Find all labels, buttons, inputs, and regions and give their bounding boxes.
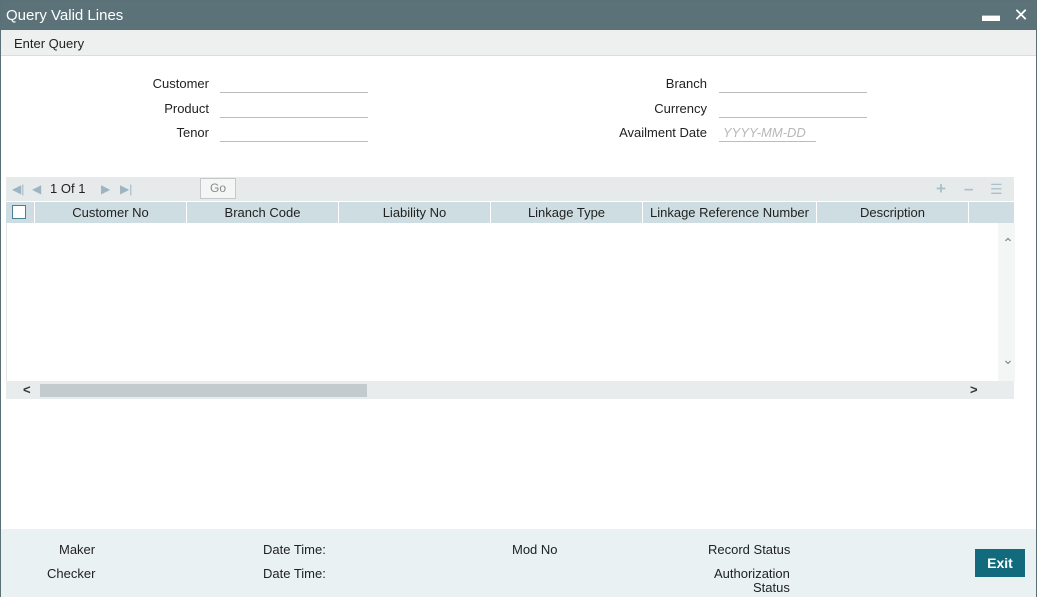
grid-toolbar: ◀| ◀ 1 Of 1 ▶ ▶| Go + – ☰	[6, 177, 1014, 201]
scroll-up-icon[interactable]: ⌃	[1001, 235, 1015, 251]
column-header-linkage-type[interactable]: Linkage Type	[491, 202, 643, 223]
enter-query-menu-item[interactable]: Enter Query	[14, 36, 84, 51]
title-bar[interactable]: Query Valid Lines ▬ ✕	[1, 1, 1036, 30]
column-header-branch-code[interactable]: Branch Code	[187, 202, 339, 223]
record-status-label: Record Status	[708, 542, 791, 557]
audit-footer: Maker Checker Date Time: Date Time: Mod …	[1, 529, 1036, 597]
checker-label: Checker	[47, 566, 96, 581]
availment-date-field[interactable]	[719, 124, 816, 142]
customer-field[interactable]	[220, 75, 368, 93]
page-of-label: Of	[60, 181, 75, 196]
minimize-icon[interactable]: ▬	[980, 4, 1002, 26]
page-current: 1	[50, 181, 58, 196]
grid-header: Customer No Branch Code Liability No Lin…	[6, 202, 1014, 223]
page-number-input[interactable]	[153, 179, 198, 199]
window-title: Query Valid Lines	[6, 7, 124, 24]
horizontal-scroll-thumb[interactable]	[40, 384, 367, 397]
currency-label: Currency	[654, 101, 707, 116]
minus-icon[interactable]: –	[964, 179, 973, 199]
column-header-linkage-reference-number[interactable]: Linkage Reference Number	[643, 202, 817, 223]
query-valid-lines-window: Query Valid Lines ▬ ✕ Enter Query Custom…	[0, 0, 1037, 597]
authorization-status-label-line1: Authorization	[714, 566, 790, 581]
availment-date-label: Availment Date	[619, 125, 707, 140]
select-all-cell	[6, 202, 35, 223]
mod-no-label: Mod No	[512, 542, 558, 557]
exit-button[interactable]: Exit	[975, 549, 1025, 577]
go-button[interactable]: Go	[200, 178, 236, 199]
maker-label: Maker	[59, 542, 96, 557]
maker-date-time-label: Date Time:	[263, 542, 326, 557]
last-page-icon[interactable]: ▶|	[120, 182, 132, 196]
checker-date-time-label: Date Time:	[263, 566, 326, 581]
select-all-checkbox[interactable]	[12, 205, 26, 219]
customer-label: Customer	[152, 76, 209, 91]
authorization-status-label-line2: Status	[753, 580, 790, 595]
first-page-icon[interactable]: ◀|	[12, 182, 24, 196]
scroll-down-icon[interactable]: ⌄	[1001, 351, 1015, 367]
column-header-liability-no[interactable]: Liability No	[339, 202, 491, 223]
column-header-description[interactable]: Description	[817, 202, 969, 223]
tenor-field[interactable]	[220, 124, 368, 142]
list-icon[interactable]: ☰	[990, 181, 1003, 198]
tenor-label: Tenor	[176, 125, 209, 140]
close-icon[interactable]: ✕	[1010, 4, 1032, 26]
plus-icon[interactable]: +	[936, 179, 946, 199]
currency-field[interactable]	[719, 100, 867, 118]
horizontal-scrollbar[interactable]: < >	[6, 381, 1014, 399]
page-info: 1 Of 1	[50, 181, 85, 196]
menu-bar: Enter Query	[1, 30, 1036, 56]
product-field[interactable]	[220, 100, 368, 118]
branch-label: Branch	[665, 76, 707, 91]
previous-page-icon[interactable]: ◀	[32, 182, 41, 196]
product-label: Product	[164, 101, 209, 116]
branch-field[interactable]	[719, 75, 867, 93]
grid-body: ⌃ ⌄	[6, 223, 1015, 381]
scroll-right-icon[interactable]: >	[970, 382, 978, 397]
page-total: 1	[78, 181, 86, 196]
column-header-customer-no[interactable]: Customer No	[35, 202, 187, 223]
next-page-icon[interactable]: ▶	[101, 182, 110, 196]
scroll-left-icon[interactable]: <	[23, 382, 31, 397]
